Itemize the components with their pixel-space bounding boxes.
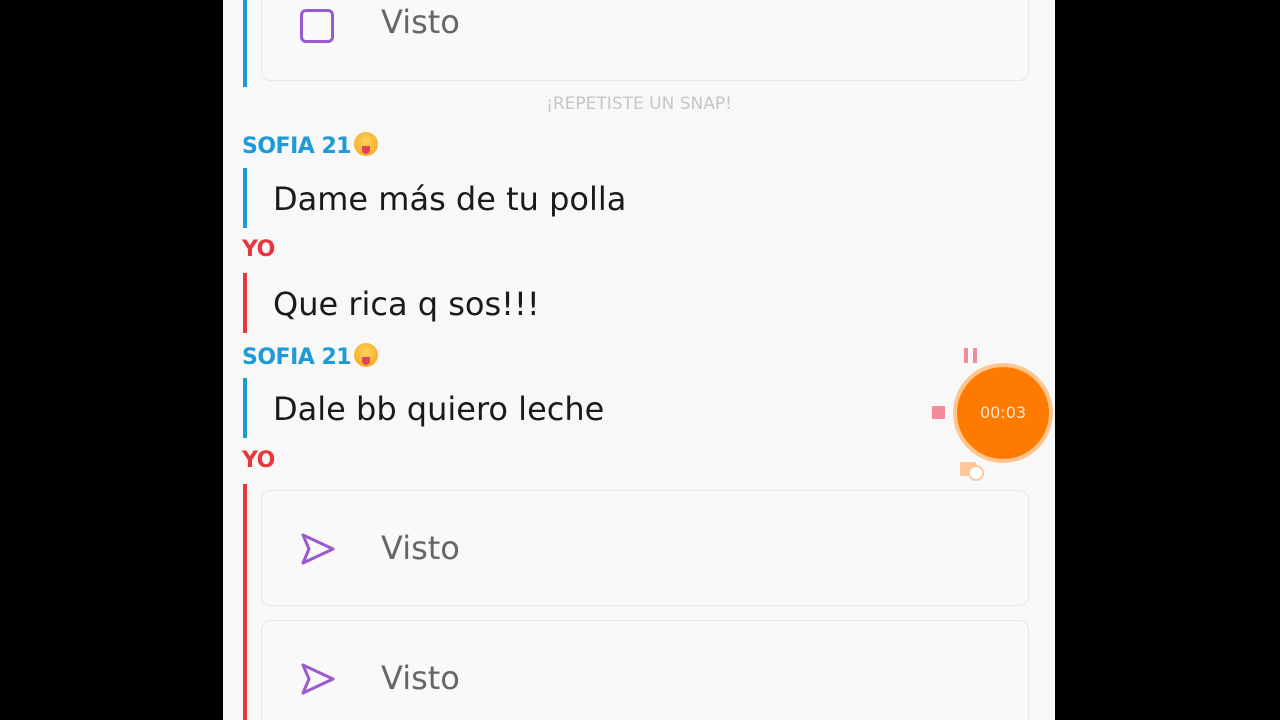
message-text: Dale bb quiero leche [273,390,605,428]
message-bar [243,484,247,720]
pause-icon[interactable] [964,348,968,363]
send-arrow-icon [301,663,335,695]
snap-status: Visto [381,529,460,567]
sender-name: YO [242,237,275,262]
chat-screen: Visto ¡REPETISTE UN SNAP! SOFIA 21 Dame … [223,0,1055,720]
message-bar [243,273,247,333]
message-text: Dame más de tu polla [273,180,627,218]
tongue-emoji-icon [354,132,379,156]
record-timer-button[interactable]: 00:03 [957,367,1049,459]
sender-name: SOFIA 21 [242,132,379,159]
message-bar [243,168,247,228]
snap-card[interactable]: Visto [261,0,1029,81]
pause-icon[interactable] [973,348,977,363]
message-bar [243,0,247,87]
send-arrow-icon [301,533,335,565]
sender-label: SOFIA 21 [242,134,352,159]
message-text: Que rica q sos!!! [273,285,540,323]
stop-icon[interactable] [932,406,945,419]
snap-status: Visto [381,3,460,41]
sender-label: SOFIA 21 [242,345,352,370]
tongue-emoji-icon [354,343,379,367]
system-notice: ¡REPETISTE UN SNAP! [546,94,732,114]
message-bar [243,378,247,438]
snap-card[interactable]: Visto [261,620,1029,720]
screenshot-icon-lens [968,465,984,481]
sender-name: YO [242,448,275,473]
snap-status: Visto [381,659,460,697]
checkbox-icon [300,9,334,43]
snap-card[interactable]: Visto [261,490,1029,606]
sender-name: SOFIA 21 [242,343,379,370]
